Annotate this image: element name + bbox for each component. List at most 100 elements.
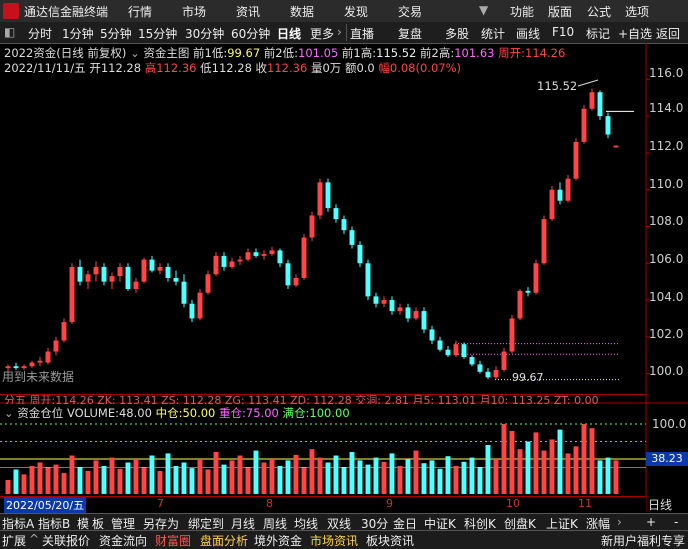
change-label: 幅: [378, 61, 390, 75]
tab-overseas-funds[interactable]: 境外资金: [254, 532, 302, 549]
max-price-marker: 115.52: [537, 79, 578, 93]
candle-body: [117, 266, 123, 277]
y-axis-label: 112.0: [649, 139, 684, 153]
volume-bar: [525, 441, 531, 494]
amount-value: 0.0: [356, 61, 375, 75]
candle-body: [125, 266, 131, 290]
volume-bar: [413, 450, 419, 494]
candle-body: [605, 116, 611, 135]
x-axis-month-label: 7: [157, 497, 164, 510]
close-value: 112.36: [267, 61, 308, 75]
volume-bar: [5, 480, 11, 494]
prev-low-1-label: 前1低:: [193, 46, 228, 60]
candle-body: [549, 189, 555, 220]
volume-label: 量: [310, 61, 323, 75]
candle-body: [405, 307, 411, 319]
tab-expand[interactable]: 扩展: [2, 532, 26, 549]
y-axis-label: 116.0: [649, 66, 684, 80]
volume-bar: [213, 452, 219, 494]
candle-body: [573, 141, 579, 179]
candle-body: [373, 296, 379, 304]
open-value: 112.28: [100, 61, 142, 75]
volume-bar: [509, 431, 515, 494]
volume-bar: [293, 454, 299, 494]
candle-body: [221, 255, 227, 267]
tab-market-news[interactable]: 市场资讯: [310, 532, 358, 549]
chart-info-line-2: 2022/11/11/五 开112.28 高112.36 低112.28 收11…: [4, 60, 461, 76]
candle-body: [141, 259, 147, 282]
amount-label: 额: [344, 61, 357, 75]
tab-related-quotes[interactable]: 关联报价: [42, 532, 90, 549]
max-price-pointer: [577, 79, 599, 87]
volume-bar: [285, 460, 291, 494]
candle-body: [285, 263, 291, 286]
volume-bar: [581, 424, 587, 494]
volume-bar: [85, 470, 91, 494]
volume-bar: [29, 466, 35, 494]
indicator-dropdown-icon[interactable]: ⌄: [130, 46, 140, 60]
candle-body: [397, 307, 403, 312]
candle-body: [389, 300, 395, 312]
candle-body: [509, 318, 515, 352]
volume-bar: [341, 467, 347, 494]
y-axis-label: 114.0: [649, 101, 684, 115]
volume-bar: [277, 466, 283, 494]
volume-bar: [541, 450, 547, 494]
volume-panel-title[interactable]: 资金仓位: [17, 406, 63, 420]
candle-body: [245, 252, 251, 260]
volume-bar: [605, 457, 611, 494]
volume-bar: [77, 467, 83, 494]
volume-indicator-dropdown-icon[interactable]: ⌄: [4, 406, 14, 420]
volume-bar: [573, 446, 579, 494]
candle-body: [349, 230, 355, 245]
candle-body: [437, 340, 443, 350]
volume-bar: [221, 464, 227, 494]
candlestick-chart[interactable]: [0, 0, 688, 548]
candle-body: [101, 266, 107, 282]
volume-bar: [405, 459, 411, 494]
volume-bar: [373, 457, 379, 494]
volume-bar: [269, 459, 275, 494]
tab-fund-flow[interactable]: 资金流向: [99, 532, 147, 549]
candle-body: [365, 263, 371, 297]
candle-body: [613, 145, 619, 148]
candle-body: [269, 250, 275, 255]
tab-sector-news[interactable]: 板块资讯: [366, 532, 414, 549]
candle-body: [317, 182, 323, 216]
cursor-date-label: 2022/05/20/五: [4, 497, 87, 513]
candle-body: [253, 252, 259, 256]
expand-chevron-icon[interactable]: ^: [29, 532, 39, 546]
main-indicator-name[interactable]: 资金主图: [143, 46, 189, 60]
prev-high-2-value: 101.63: [454, 46, 495, 60]
volume-bar: [389, 453, 395, 494]
tab-market-analysis[interactable]: 盘面分析: [200, 532, 248, 549]
volume-bar: [437, 468, 443, 494]
new-user-benefit-link[interactable]: 新用户福利专享: [601, 532, 685, 549]
candle-body: [205, 274, 211, 293]
zoom-out-icon[interactable]: -: [674, 515, 678, 529]
high-label: 高: [144, 61, 157, 75]
volume-bar: [469, 457, 475, 494]
candle-body: [477, 364, 483, 372]
volume-bar: [309, 449, 315, 494]
prev-high-1-value: 115.52: [376, 46, 417, 60]
volume-bar: [557, 429, 563, 494]
volume-bar: [45, 467, 51, 494]
candle-body: [37, 360, 43, 363]
y-axis-label: 106.0: [649, 252, 684, 266]
heavy-position-label: 重仓:: [219, 406, 246, 420]
tab-wealth-circle[interactable]: 财富圈: [155, 532, 191, 549]
volume-bar: [117, 468, 123, 494]
volume-bar: [517, 449, 523, 494]
y-axis-label: 102.0: [649, 327, 684, 341]
zoom-in-icon[interactable]: +: [646, 515, 656, 529]
stock-name: 2022资金(日线 前复权): [4, 46, 127, 60]
mid-position-label: 中仓:: [155, 406, 183, 420]
change-value: 0.08(0.07%): [389, 61, 462, 75]
volume-bar: [69, 455, 75, 494]
candle-body: [301, 237, 307, 278]
volume-bar: [549, 439, 555, 494]
scroll-right-icon[interactable]: ›: [617, 515, 622, 529]
volume-bar: [109, 457, 115, 494]
x-axis-month-label: 8: [266, 497, 273, 510]
